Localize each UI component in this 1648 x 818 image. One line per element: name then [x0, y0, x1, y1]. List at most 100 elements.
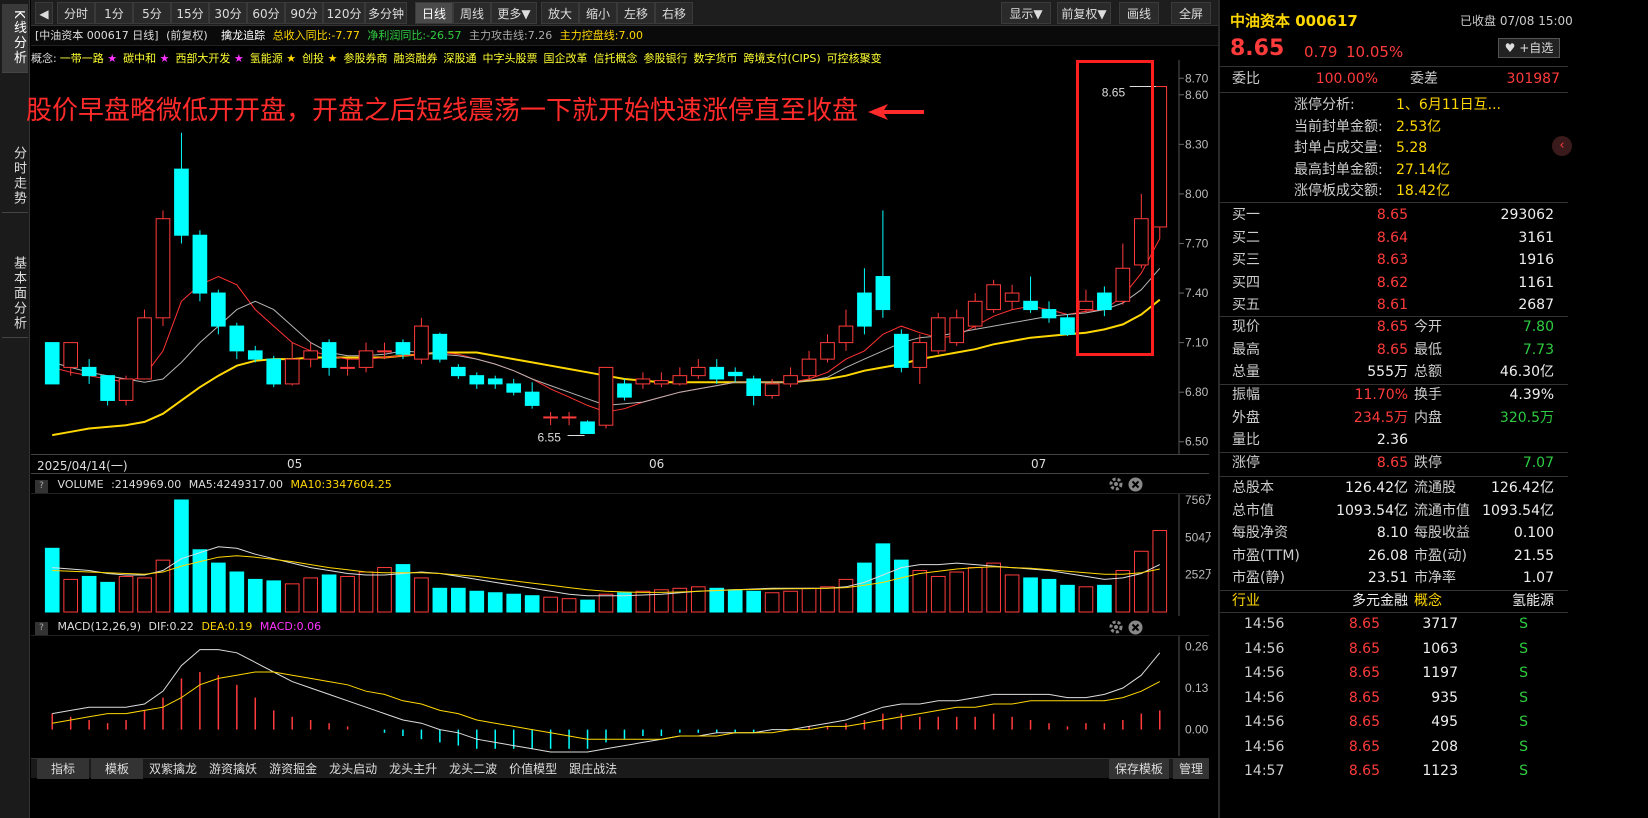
period-4[interactable]: 30分	[209, 2, 247, 24]
bottom-tab-0[interactable]: 指标	[37, 759, 90, 779]
volume-tick-label: 504万	[1185, 530, 1211, 544]
tick-volume: 495	[1431, 714, 1458, 730]
fund-label: 总市值	[1232, 502, 1274, 519]
bottom-tab-9[interactable]: 跟庄战法	[563, 759, 623, 779]
period-15[interactable]: 右移	[655, 2, 693, 24]
candle	[44, 342, 60, 385]
price-tick-label: 6.80	[1185, 385, 1209, 399]
stat-label: 外盘	[1232, 409, 1260, 426]
limit-info-row: 涨停分析: 1、6月11日互...	[1220, 94, 1568, 116]
bid-label: 买四	[1232, 274, 1260, 291]
candle-body	[561, 416, 577, 419]
arrow-left-icon	[868, 103, 925, 120]
macd-label: MACD(12,26,9)	[57, 620, 142, 633]
add-watchlist-button[interactable]: ♥ +自选	[1498, 38, 1560, 58]
candle	[487, 375, 503, 389]
period-8[interactable]: 多分钟	[365, 2, 407, 24]
concept-label: 概念	[1414, 593, 1442, 609]
macd-chart[interactable]: 0.26 0.13 0.00	[31, 636, 1211, 756]
bottom-right-1[interactable]: 管理	[1172, 759, 1209, 779]
bid-price: 8.64	[1376, 229, 1408, 246]
period-11[interactable]: 更多▼	[491, 2, 537, 24]
bid-price: 8.65	[1376, 207, 1408, 223]
bid-volume: 3161	[1518, 229, 1554, 246]
period-1[interactable]: 1分	[95, 2, 133, 24]
candle-body	[580, 421, 595, 434]
period-10[interactable]: 周线	[453, 2, 491, 24]
volume-bar	[266, 580, 282, 613]
stat-value: 11.70%	[1354, 387, 1408, 403]
period-5[interactable]: 60分	[247, 2, 285, 24]
period-12[interactable]: 放大	[541, 2, 579, 24]
expand-icon[interactable]: ‹	[1552, 136, 1572, 156]
period-9[interactable]: 日线	[415, 2, 453, 24]
help-icon[interactable]: ?	[35, 480, 48, 493]
price-tick-label: 7.10	[1185, 336, 1209, 350]
volume-bar	[1060, 584, 1075, 613]
revenue-label: 总收入同比:	[272, 29, 332, 42]
volume-bar	[395, 564, 411, 613]
volume-settings-icon[interactable]	[1108, 476, 1124, 495]
stat-row: 涨停 8.65 跌停 7.07	[1220, 452, 1568, 474]
volume-chart[interactable]: 756万 504万 252万	[31, 494, 1211, 616]
fund-value: 8.10	[1376, 525, 1408, 541]
bottom-tab-1[interactable]: 模板	[91, 759, 144, 779]
macd-value: MACD:0.06	[259, 620, 322, 633]
toolbar-right-1[interactable]: 前复权▼	[1057, 2, 1111, 24]
revenue-value: -7.77	[331, 29, 360, 42]
toolbar-right-2[interactable]: 画线	[1119, 2, 1159, 24]
macd-dif: DIF:0.22	[148, 620, 194, 633]
bottom-tab-7[interactable]: 龙头二波	[443, 759, 503, 779]
volume-close-icon[interactable]	[1128, 477, 1143, 495]
period-3[interactable]: 15分	[171, 2, 209, 24]
tick-price: 8.65	[1348, 689, 1380, 706]
control-line: 主力控盘线:7.00	[559, 29, 643, 42]
toolbar-right-0[interactable]: 显示▼	[1001, 2, 1051, 24]
period-14[interactable]: 左移	[617, 2, 655, 24]
stat-value: 8.65	[1376, 455, 1408, 471]
bottom-tab-5[interactable]: 龙头启动	[323, 759, 383, 779]
candle	[284, 342, 300, 386]
stat-row: 最高 8.65 最低 7.73	[1220, 339, 1568, 361]
date-label: 05	[287, 457, 303, 471]
candle-body	[801, 358, 817, 377]
bottom-tab-8[interactable]: 价值模型	[503, 759, 563, 779]
bid-price: 8.63	[1376, 252, 1408, 268]
fund-value: 1093.54亿	[1336, 502, 1408, 519]
candle-body	[598, 366, 614, 426]
bottom-tab-4[interactable]: 游资掘金	[263, 759, 323, 779]
back-button[interactable]: ◀	[35, 2, 53, 24]
help-icon[interactable]: ?	[35, 622, 48, 635]
bid-row: 买三 8.63 1916	[1220, 249, 1568, 271]
fund-value: 126.42亿	[1345, 480, 1408, 496]
period-6[interactable]: 90分	[285, 2, 323, 24]
candle-body	[949, 317, 965, 344]
candle-body	[284, 358, 300, 385]
bottom-tab-3[interactable]: 游资擒妖	[203, 759, 263, 779]
period-2[interactable]: 5分	[133, 2, 171, 24]
tick-time: 14:56	[1244, 640, 1285, 657]
nav-tab-0[interactable]: K线分析	[2, 4, 28, 73]
volume-bar	[506, 593, 522, 613]
volume-bar	[875, 543, 891, 613]
volume-bar	[598, 593, 614, 613]
concept-value[interactable]: 氢能源	[1512, 590, 1554, 612]
bottom-right-0[interactable]: 保存模板	[1108, 759, 1169, 779]
nav-tab-1[interactable]: 分时走势	[2, 140, 28, 213]
price-tick-label: 7.40	[1185, 286, 1209, 300]
bottom-tab-6[interactable]: 龙头主升	[383, 759, 443, 779]
candle-body	[690, 366, 706, 377]
indicator-name[interactable]: 擒龙追踪	[221, 29, 265, 42]
date-axis: 2025/04/14(一) 05 06 07	[31, 454, 1209, 474]
industry-value[interactable]: 多元金融	[1352, 590, 1408, 612]
nav-tab-2[interactable]: 基本面分析	[2, 250, 28, 338]
period-13[interactable]: 缩小	[579, 2, 617, 24]
toolbar-right-3[interactable]: 全屏	[1171, 2, 1211, 24]
bottom-tab-2[interactable]: 双紫擒龙	[143, 759, 203, 779]
candle	[1041, 301, 1057, 323]
tick-price: 8.65	[1348, 763, 1380, 779]
candle	[543, 412, 558, 426]
period-7[interactable]: 120分	[323, 2, 365, 24]
period-toolbar: ◀ 分时 1分 5分 15分 30分 60分 90分 120分 多分钟 日线 周线 更多▼ 放大 缩小 左移右…	[31, 0, 1275, 26]
period-0[interactable]: 分时	[57, 2, 95, 24]
